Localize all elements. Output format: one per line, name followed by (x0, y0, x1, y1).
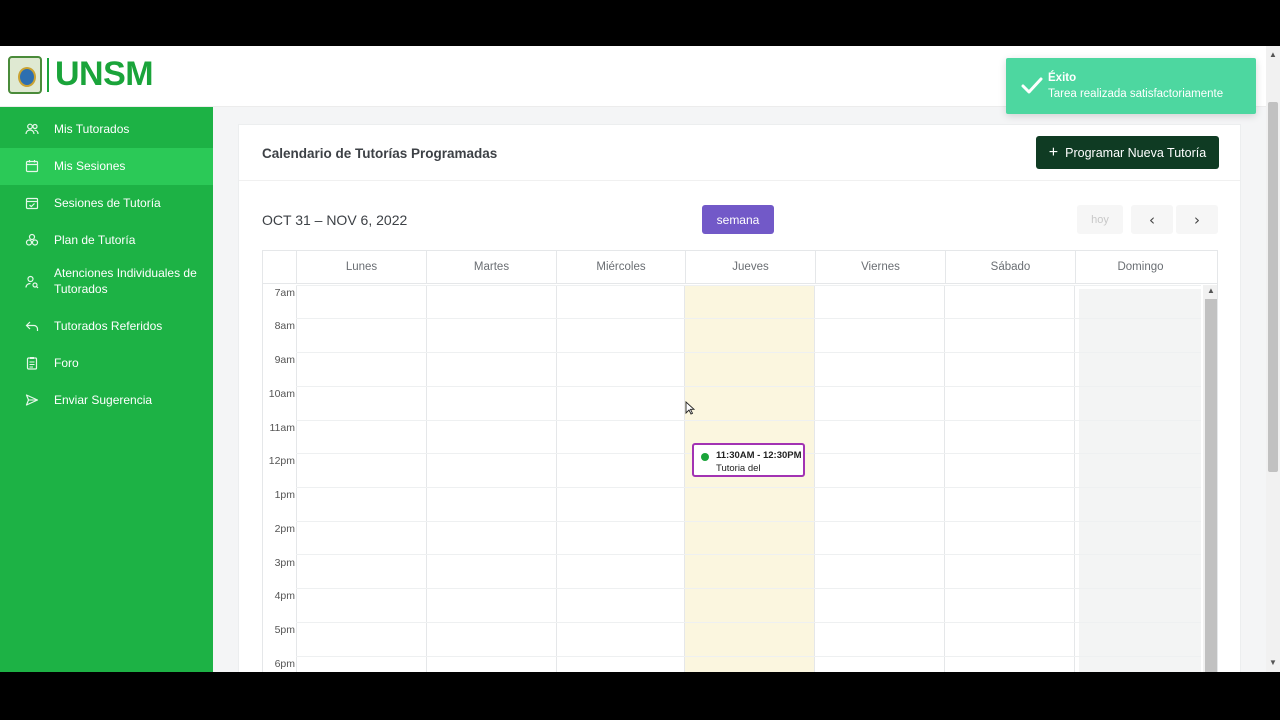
new-tutoring-button[interactable]: + Programar Nueva Tutoría (1036, 136, 1219, 169)
arrow-back-icon (25, 319, 39, 333)
card-title: Calendario de Tutorías Programadas (262, 146, 498, 161)
main-content: Calendario de Tutorías Programadas + Pro… (213, 107, 1266, 672)
day-header-domingo: Domingo (1075, 251, 1205, 284)
toast-message: Tarea realizada satisfactoriamente (1048, 88, 1224, 100)
sidebar-item-label: Atenciones Individuales de Tutorados (54, 266, 197, 296)
day-header-jueves: Jueves (685, 251, 815, 284)
next-week-button[interactable]: › (1176, 205, 1218, 234)
time-label: 12pm (268, 455, 295, 467)
grid-divider (556, 285, 557, 672)
page-scrollbar-thumb[interactable] (1268, 102, 1278, 472)
day-header-sabado: Sábado (945, 251, 1075, 284)
time-label: 9am (274, 354, 295, 366)
sidebar-item-label: Mis Tutorados (54, 122, 130, 136)
hour-line (296, 622, 1201, 623)
today-button[interactable]: hoy (1077, 205, 1123, 234)
sidebar-item-label: Foro (54, 356, 79, 370)
sidebar-item-enviar-sugerencia[interactable]: Enviar Sugerencia (0, 382, 213, 419)
hour-line (296, 420, 1201, 421)
clipboard-icon (25, 356, 39, 370)
calendar-icon (25, 159, 39, 173)
app-window: UNSM Mis Tutorados Mis Sesiones Sesiones… (0, 46, 1280, 672)
sidebar: Mis Tutorados Mis Sesiones Sesiones de T… (0, 107, 213, 672)
grid-divider (426, 285, 427, 672)
chevron-right-icon: › (1194, 210, 1200, 229)
page-scroll-up-icon[interactable]: ▲ (1266, 50, 1280, 62)
send-icon (25, 393, 39, 407)
toast-title: Éxito (1048, 72, 1077, 84)
hour-line (296, 554, 1201, 555)
time-label: 1pm (274, 489, 295, 501)
new-tutoring-label: Programar Nueva Tutoría (1065, 145, 1207, 160)
time-label: 5pm (274, 624, 295, 636)
time-label: 6pm (274, 658, 295, 670)
sidebar-item-label: Sesiones de Tutoría (54, 196, 161, 210)
hour-line (296, 318, 1201, 319)
event-time: 11:30AM - 12:30PM (716, 450, 802, 461)
event-title: Tutoria del (716, 463, 761, 474)
time-label: 7am (274, 287, 295, 299)
day-header-miercoles: Miércoles (556, 251, 685, 284)
user-search-icon (25, 275, 39, 289)
logo-divider (47, 58, 49, 92)
sidebar-item-label: Tutorados Referidos (54, 319, 163, 333)
card-header: Calendario de Tutorías Programadas + Pro… (239, 125, 1240, 181)
plus-icon: + (1048, 143, 1059, 161)
time-label: 2pm (274, 523, 295, 535)
sunday-column (1079, 289, 1201, 672)
time-label: 10am (268, 388, 295, 400)
today-column (684, 285, 814, 672)
sidebar-item-atenciones-individuales[interactable]: Atenciones Individuales de Tutorados (0, 259, 213, 307)
sidebar-item-sesiones-de-tutoria[interactable]: Sesiones de Tutoría (0, 185, 213, 222)
prev-week-button[interactable]: ‹ (1131, 205, 1173, 234)
hour-line (296, 285, 1201, 286)
sidebar-item-label: Plan de Tutoría (54, 233, 136, 247)
day-header-lunes: Lunes (296, 251, 426, 284)
chevron-left-icon: ‹ (1149, 210, 1155, 229)
brand-name: UNSM (55, 55, 154, 93)
sidebar-item-foro[interactable]: Foro (0, 345, 213, 382)
sidebar-item-mis-tutorados[interactable]: Mis Tutorados (0, 111, 213, 148)
sidebar-item-tutorados-referidos[interactable]: Tutorados Referidos (0, 307, 213, 345)
calendar-event[interactable]: 11:30AM - 12:30PM Tutoria del (692, 443, 805, 477)
scroll-up-arrow-icon[interactable]: ▲ (1204, 285, 1217, 297)
grid-divider (1074, 285, 1075, 672)
hour-line (296, 521, 1201, 522)
time-label: 8am (274, 320, 295, 332)
grid-divider (814, 285, 815, 672)
time-label: 4pm (274, 590, 295, 602)
grid-divider (684, 285, 685, 672)
calendar-header: Lunes Martes Miércoles Jueves Viernes Sá… (263, 251, 1217, 284)
sidebar-item-label: Enviar Sugerencia (54, 393, 153, 407)
grid-divider (296, 285, 297, 672)
sidebar-item-plan-de-tutoria[interactable]: Plan de Tutoría (0, 222, 213, 259)
hour-line (296, 656, 1201, 657)
sidebar-item-label: Mis Sesiones (54, 159, 126, 173)
hour-line (296, 588, 1201, 589)
page-scroll-down-icon[interactable]: ▼ (1266, 658, 1280, 670)
grid-divider (944, 285, 945, 672)
time-grid[interactable]: 7am 8am 9am 10am 11am 12pm 1pm 2pm 3pm 4… (263, 285, 1217, 672)
week-calendar: Lunes Martes Miércoles Jueves Viernes Sá… (262, 250, 1218, 672)
day-header-viernes: Viernes (815, 251, 945, 284)
calendar-check-icon (25, 196, 39, 210)
date-range-title: OCT 31 – NOV 6, 2022 (262, 212, 408, 228)
layers-icon (25, 233, 39, 247)
week-view-button[interactable]: semana (702, 205, 774, 234)
calendar-scrollbar-thumb[interactable] (1205, 299, 1217, 672)
success-toast[interactable]: Éxito Tarea realizada satisfactoriamente (1006, 58, 1256, 114)
time-label: 3pm (274, 557, 295, 569)
event-status-dot (701, 453, 709, 461)
hour-line (296, 487, 1201, 488)
mouse-cursor-icon (685, 401, 695, 415)
day-header-martes: Martes (426, 251, 556, 284)
users-icon (25, 122, 39, 136)
university-seal-logo (8, 56, 42, 94)
check-icon (1020, 75, 1044, 97)
hour-line (296, 352, 1201, 353)
time-label: 11am (269, 422, 296, 434)
calendar-card: Calendario de Tutorías Programadas + Pro… (238, 124, 1241, 672)
hour-line (296, 386, 1201, 387)
sidebar-item-mis-sesiones[interactable]: Mis Sesiones (0, 148, 213, 185)
